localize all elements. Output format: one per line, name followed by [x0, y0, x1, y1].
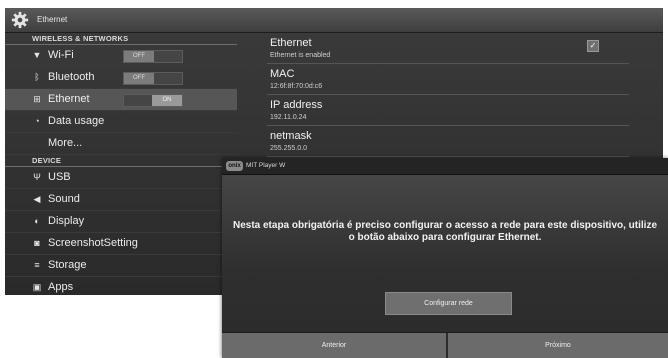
- bluetooth-toggle[interactable]: OFF: [123, 72, 183, 85]
- ethernet-enable-row[interactable]: Ethernet Ethernet is enabled ✓: [267, 33, 629, 64]
- wifi-icon: ▼: [32, 50, 42, 60]
- sidebar-item-usb[interactable]: Ψ USB: [5, 167, 237, 189]
- configure-network-button[interactable]: Configurar rede: [385, 292, 512, 315]
- sidebar-item-label: Bluetooth: [48, 71, 95, 83]
- section-header-wireless: WIRELESS & NETWORKS: [5, 33, 237, 45]
- apps-icon: ▣: [32, 282, 42, 292]
- sidebar-item-wifi[interactable]: ▼ Wi-Fi OFF: [5, 45, 237, 67]
- ethernet-icon: ⊞: [33, 94, 41, 104]
- sidebar-item-label: USB: [48, 171, 71, 183]
- sidebar-item-label: Storage: [48, 259, 87, 271]
- previous-button[interactable]: Anterior: [222, 333, 446, 358]
- sidebar-item-label: ScreenshotSetting: [48, 237, 138, 249]
- sidebar-item-storage[interactable]: ≡ Storage: [5, 255, 237, 277]
- settings-action-bar: Ethernet: [5, 8, 663, 33]
- settings-title: Ethernet: [37, 15, 68, 24]
- sound-icon: ◀: [33, 194, 41, 204]
- netmask-row: netmask 255.255.0.0: [267, 126, 629, 157]
- sidebar-item-sound[interactable]: ◀ Sound: [5, 189, 237, 211]
- sidebar-item-more[interactable]: More...: [5, 133, 237, 155]
- data-usage-icon: ◔: [34, 116, 40, 126]
- detail-title: MAC: [270, 68, 295, 80]
- detail-summary: 255.255.0.0: [270, 145, 307, 152]
- settings-category-list: WIRELESS & NETWORKS ▼ Wi-Fi OFF ᛒ Blueto…: [5, 33, 237, 295]
- detail-title: Ethernet: [270, 37, 312, 49]
- wifi-toggle[interactable]: OFF: [123, 50, 183, 63]
- storage-icon: ≡: [34, 260, 40, 270]
- settings-gear-icon[interactable]: [11, 11, 29, 29]
- sidebar-item-label: Display: [48, 215, 85, 227]
- detail-summary: Ethernet is enabled: [270, 52, 331, 59]
- sidebar-item-label: Apps: [48, 281, 74, 293]
- bluetooth-icon: ᛒ: [34, 72, 40, 82]
- detail-summary: 192.11.0.24: [270, 114, 307, 121]
- sidebar-item-apps[interactable]: ▣ Apps: [5, 277, 237, 295]
- sidebar-item-label: Sound: [48, 193, 80, 205]
- next-button[interactable]: Próximo: [448, 333, 668, 358]
- wizard-navigation: Anterior Próximo: [222, 332, 668, 358]
- toggle-state: OFF: [124, 73, 154, 84]
- sidebar-item-display[interactable]: ◐ Display: [5, 211, 237, 233]
- sidebar-item-label: Data usage: [48, 115, 105, 127]
- display-icon: ◐: [34, 216, 40, 226]
- dialog-title-bar: onix MIT Player W: [222, 158, 668, 175]
- toggle-state: ON: [152, 95, 182, 106]
- sidebar-item-label: More...: [48, 137, 83, 149]
- sidebar-item-data-usage[interactable]: ◔ Data usage: [5, 111, 237, 133]
- toggle-state: OFF: [124, 51, 154, 62]
- ip-address-row: IP address 192.11.0.24: [267, 95, 629, 126]
- section-header-device: DEVICE: [5, 155, 237, 167]
- dialog-message: Nesta etapa obrigatória é preciso config…: [232, 220, 658, 243]
- setup-dialog: onix MIT Player W Nesta etapa obrigatóri…: [222, 158, 668, 358]
- detail-summary: 12:6f:8f:70:0d:c6: [270, 83, 323, 90]
- onix-logo: onix: [226, 161, 243, 171]
- detail-title: IP address: [270, 99, 323, 111]
- ethernet-toggle[interactable]: ON: [123, 94, 183, 107]
- sidebar-item-ethernet[interactable]: ⊞ Ethernet ON: [5, 89, 237, 111]
- usb-icon: Ψ: [33, 172, 41, 182]
- detail-title: netmask: [270, 130, 312, 142]
- sidebar-item-label: Ethernet: [48, 93, 90, 105]
- camera-icon: ◙: [34, 238, 40, 248]
- mac-row: MAC 12:6f:8f:70:0d:c6: [267, 64, 629, 95]
- sidebar-item-screenshot-setting[interactable]: ◙ ScreenshotSetting: [5, 233, 237, 255]
- sidebar-item-bluetooth[interactable]: ᛒ Bluetooth OFF: [5, 67, 237, 89]
- sidebar-item-label: Wi-Fi: [48, 49, 74, 61]
- ethernet-enable-checkbox[interactable]: ✓: [587, 40, 599, 52]
- dialog-title: MIT Player W: [246, 162, 286, 169]
